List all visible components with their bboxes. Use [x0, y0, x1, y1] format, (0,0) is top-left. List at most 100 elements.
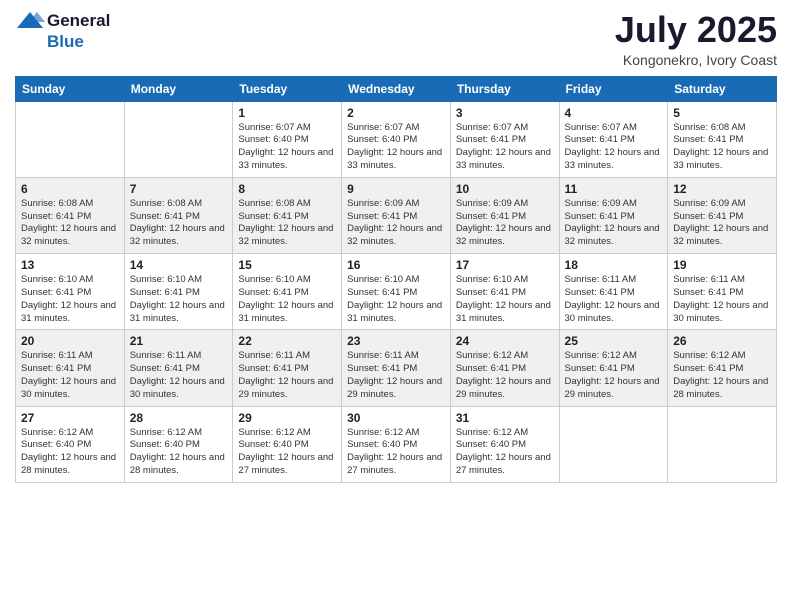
day-number: 8 — [238, 182, 336, 196]
day-detail: Sunrise: 6:12 AM Sunset: 6:40 PM Dayligh… — [130, 427, 228, 478]
table-cell: 23 Sunrise: 6:11 AM Sunset: 6:41 PM Dayli… — [342, 330, 451, 406]
col-friday: Friday — [559, 76, 668, 101]
day-detail: Sunrise: 6:12 AM Sunset: 6:40 PM Dayligh… — [238, 427, 336, 478]
table-cell: 10Sunrise: 6:09 AM Sunset: 6:41 PM Dayli… — [450, 177, 559, 253]
table-cell: 7Sunrise: 6:08 AM Sunset: 6:41 PM Daylig… — [124, 177, 233, 253]
table-cell: 5 Sunrise: 6:08 AM Sunset: 6:41 PM Daylig… — [668, 101, 777, 177]
day-detail: Sunrise: 6:11 AM Sunset: 6:41 PM Dayligh… — [347, 350, 445, 401]
table-cell: 8 Sunrise: 6:08 AM Sunset: 6:41 PM Daylig… — [233, 177, 342, 253]
day-detail: Sunrise: 6:12 AM Sunset: 6:40 PM Dayligh… — [21, 427, 119, 478]
day-number: 20 — [21, 334, 119, 348]
table-cell: 11 Sunrise: 6:09 AM Sunset: 6:41 PM Dayli… — [559, 177, 668, 253]
day-number: 25 — [565, 334, 663, 348]
day-number: 19 — [673, 258, 771, 272]
day-number: 5 — [673, 106, 771, 120]
day-number: 4 — [565, 106, 663, 120]
calendar: Sunday Monday Tuesday Wednesday Thursday… — [15, 76, 777, 483]
day-number: 9 — [347, 182, 445, 196]
day-detail: Sunrise: 6:08 AM Sunset: 6:41 PM Dayligh… — [673, 122, 771, 173]
table-cell: 22Sunrise: 6:11 AM Sunset: 6:41 PM Dayli… — [233, 330, 342, 406]
day-detail: Sunrise: 6:09 AM Sunset: 6:41 PM Dayligh… — [565, 198, 663, 249]
day-number: 17 — [456, 258, 554, 272]
day-detail: Sunrise: 6:10 AM Sunset: 6:41 PM Dayligh… — [130, 274, 228, 325]
table-cell: 28 Sunrise: 6:12 AM Sunset: 6:40 PM Dayli… — [124, 406, 233, 482]
day-detail: Sunrise: 6:10 AM Sunset: 6:41 PM Dayligh… — [238, 274, 336, 325]
day-detail: Sunrise: 6:11 AM Sunset: 6:41 PM Dayligh… — [565, 274, 663, 325]
day-number: 24 — [456, 334, 554, 348]
day-number: 2 — [347, 106, 445, 120]
table-cell: 24Sunrise: 6:12 AM Sunset: 6:41 PM Dayli… — [450, 330, 559, 406]
table-cell — [124, 101, 233, 177]
day-detail: Sunrise: 6:10 AM Sunset: 6:41 PM Dayligh… — [456, 274, 554, 325]
day-number: 7 — [130, 182, 228, 196]
title-block: July 2025 Kongonekro, Ivory Coast — [615, 10, 777, 68]
day-number: 23 — [347, 334, 445, 348]
table-cell: 26 Sunrise: 6:12 AM Sunset: 6:41 PM Dayli… — [668, 330, 777, 406]
day-number: 6 — [21, 182, 119, 196]
table-cell: 19 Sunrise: 6:11 AM Sunset: 6:41 PM Dayli… — [668, 254, 777, 330]
table-cell: 3 Sunrise: 6:07 AM Sunset: 6:41 PM Daylig… — [450, 101, 559, 177]
day-number: 1 — [238, 106, 336, 120]
day-number: 13 — [21, 258, 119, 272]
col-thursday: Thursday — [450, 76, 559, 101]
day-detail: Sunrise: 6:11 AM Sunset: 6:41 PM Dayligh… — [21, 350, 119, 401]
title-location: Kongonekro, Ivory Coast — [615, 52, 777, 68]
day-number: 30 — [347, 411, 445, 425]
day-detail: Sunrise: 6:11 AM Sunset: 6:41 PM Dayligh… — [130, 350, 228, 401]
day-detail: Sunrise: 6:11 AM Sunset: 6:41 PM Dayligh… — [238, 350, 336, 401]
day-number: 29 — [238, 411, 336, 425]
table-cell: 9 Sunrise: 6:09 AM Sunset: 6:41 PM Daylig… — [342, 177, 451, 253]
day-detail: Sunrise: 6:07 AM Sunset: 6:41 PM Dayligh… — [565, 122, 663, 173]
logo: General Blue — [15, 10, 110, 52]
day-number: 21 — [130, 334, 228, 348]
col-monday: Monday — [124, 76, 233, 101]
day-detail: Sunrise: 6:10 AM Sunset: 6:41 PM Dayligh… — [21, 274, 119, 325]
table-cell: 4 Sunrise: 6:07 AM Sunset: 6:41 PM Daylig… — [559, 101, 668, 177]
day-number: 27 — [21, 411, 119, 425]
day-detail: Sunrise: 6:08 AM Sunset: 6:41 PM Dayligh… — [21, 198, 119, 249]
page: General Blue July 2025 Kongonekro, Ivory… — [0, 0, 792, 612]
day-number: 18 — [565, 258, 663, 272]
table-cell — [16, 101, 125, 177]
day-number: 28 — [130, 411, 228, 425]
table-cell: 29 Sunrise: 6:12 AM Sunset: 6:40 PM Dayli… — [233, 406, 342, 482]
table-cell: 31 Sunrise: 6:12 AM Sunset: 6:40 PM Dayli… — [450, 406, 559, 482]
day-number: 11 — [565, 182, 663, 196]
day-number: 10 — [456, 182, 554, 196]
day-detail: Sunrise: 6:11 AM Sunset: 6:41 PM Dayligh… — [673, 274, 771, 325]
day-number: 16 — [347, 258, 445, 272]
day-number: 15 — [238, 258, 336, 272]
day-detail: Sunrise: 6:12 AM Sunset: 6:40 PM Dayligh… — [347, 427, 445, 478]
day-detail: Sunrise: 6:08 AM Sunset: 6:41 PM Dayligh… — [238, 198, 336, 249]
day-number: 3 — [456, 106, 554, 120]
table-cell: 16 Sunrise: 6:10 AM Sunset: 6:41 PM Dayli… — [342, 254, 451, 330]
table-cell: 1 Sunrise: 6:07 AM Sunset: 6:40 PM Daylig… — [233, 101, 342, 177]
col-sunday: Sunday — [16, 76, 125, 101]
table-cell: 21 Sunrise: 6:11 AM Sunset: 6:41 PM Dayli… — [124, 330, 233, 406]
table-cell: 18 Sunrise: 6:11 AM Sunset: 6:41 PM Dayli… — [559, 254, 668, 330]
table-cell — [559, 406, 668, 482]
day-detail: Sunrise: 6:07 AM Sunset: 6:40 PM Dayligh… — [238, 122, 336, 173]
table-cell: 30 Sunrise: 6:12 AM Sunset: 6:40 PM Dayli… — [342, 406, 451, 482]
day-detail: Sunrise: 6:12 AM Sunset: 6:41 PM Dayligh… — [565, 350, 663, 401]
title-month: July 2025 — [615, 10, 777, 50]
table-cell: 25 Sunrise: 6:12 AM Sunset: 6:41 PM Dayli… — [559, 330, 668, 406]
day-number: 26 — [673, 334, 771, 348]
day-detail: Sunrise: 6:07 AM Sunset: 6:41 PM Dayligh… — [456, 122, 554, 173]
day-detail: Sunrise: 6:09 AM Sunset: 6:41 PM Dayligh… — [347, 198, 445, 249]
col-wednesday: Wednesday — [342, 76, 451, 101]
day-detail: Sunrise: 6:10 AM Sunset: 6:41 PM Dayligh… — [347, 274, 445, 325]
col-tuesday: Tuesday — [233, 76, 342, 101]
day-detail: Sunrise: 6:12 AM Sunset: 6:40 PM Dayligh… — [456, 427, 554, 478]
table-cell: 20 Sunrise: 6:11 AM Sunset: 6:41 PM Dayli… — [16, 330, 125, 406]
table-cell — [668, 406, 777, 482]
day-number: 31 — [456, 411, 554, 425]
weekday-header-row: Sunday Monday Tuesday Wednesday Thursday… — [16, 76, 777, 101]
day-detail: Sunrise: 6:12 AM Sunset: 6:41 PM Dayligh… — [673, 350, 771, 401]
logo-icon — [15, 10, 45, 32]
day-number: 14 — [130, 258, 228, 272]
table-cell: 12Sunrise: 6:09 AM Sunset: 6:41 PM Dayli… — [668, 177, 777, 253]
table-cell: 14 Sunrise: 6:10 AM Sunset: 6:41 PM Dayli… — [124, 254, 233, 330]
col-saturday: Saturday — [668, 76, 777, 101]
table-cell: 2Sunrise: 6:07 AM Sunset: 6:40 PM Daylig… — [342, 101, 451, 177]
